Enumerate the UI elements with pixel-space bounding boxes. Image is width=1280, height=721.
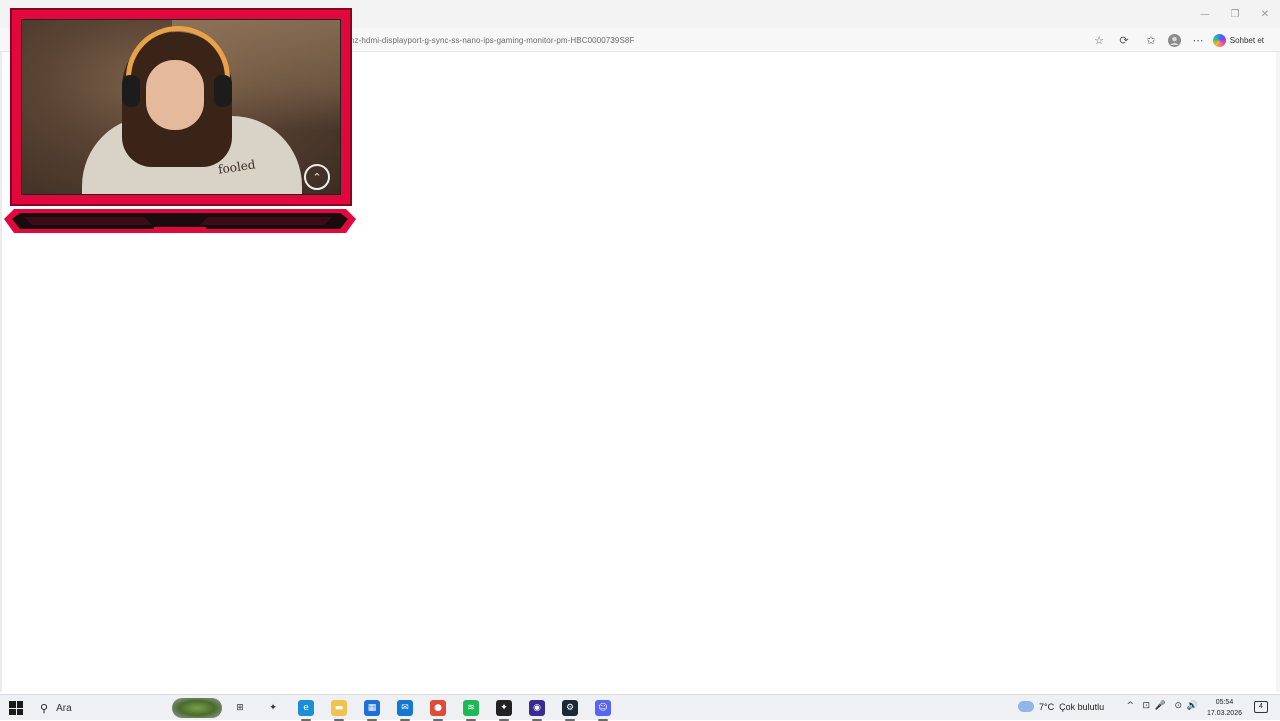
taskbar-app-app-red-black-icon[interactable]: ✦	[496, 700, 512, 721]
more-icon[interactable]: ⋯	[1190, 32, 1206, 48]
search-highlight-image[interactable]	[172, 698, 222, 718]
network-icon[interactable]: ⊙	[1174, 701, 1182, 711]
stream-logo-icon: ⌃	[304, 164, 330, 190]
address-bar[interactable]: hz-hdmi-displayport-g-sync-ss-nano-ips-g…	[340, 30, 1115, 50]
taskbar-app-steam-icon[interactable]: ⚙	[562, 700, 578, 721]
microphone-icon[interactable]: 🎤	[1155, 701, 1166, 711]
cloud-icon	[1018, 701, 1034, 712]
weather-temp: 7°C	[1039, 701, 1055, 712]
copilot-chat-button[interactable]: Sohbet et	[1212, 31, 1264, 49]
window-controls: — ❐ ✕	[1190, 0, 1280, 28]
taskbar-app-task-view-icon[interactable]: ⊞	[232, 700, 248, 716]
weather-desc: Çok bulutlu	[1059, 701, 1105, 712]
webcam-video: fooled ⌃	[21, 19, 341, 195]
taskbar-app-mail-icon[interactable]: ✉	[397, 700, 413, 721]
taskbar-search[interactable]: ⚲ Ara	[30, 697, 170, 719]
minimize-button[interactable]: —	[1190, 0, 1220, 28]
weather-widget[interactable]: 7°C Çok bulutlu	[1018, 701, 1104, 712]
profile-icon[interactable]	[1166, 32, 1182, 48]
tray-device-icon[interactable]: ⊡	[1142, 701, 1150, 711]
taskbar-app-obs-icon[interactable]: ◉	[529, 700, 545, 721]
taskbar-app-spotify-icon[interactable]: ≋	[463, 700, 479, 721]
refresh-icon[interactable]: ⟳	[1116, 32, 1132, 48]
star-icon[interactable]: ☆	[1091, 32, 1107, 48]
taskbar: ⚲ Ara ⊞ ✦ e ▬ ▦ ✉ ● ≋ ✦ ◉ ⚙ ☺ 7°C Çok bulutlu ^ ⊡ 🎤…	[0, 694, 1280, 721]
address-bar-url[interactable]: hz-hdmi-displayport-g-sync-ss-nano-ips-g…	[340, 36, 634, 45]
clock-date: 17.03.2026	[1206, 710, 1242, 717]
taskbar-clock[interactable]: 05:54 17.03.2026	[1207, 697, 1242, 719]
search-icon: ⚲	[40, 701, 49, 715]
restore-button[interactable]: ❐	[1220, 0, 1250, 28]
copilot-chat-label: Sohbet et	[1229, 35, 1264, 45]
taskbar-search-label: Ara	[56, 702, 72, 714]
volume-icon[interactable]: 🔊	[1187, 701, 1198, 711]
webcam-frame-bar	[4, 209, 356, 233]
taskbar-app-copilot-icon[interactable]: ✦	[265, 700, 281, 716]
favorites-icon[interactable]: ✩	[1143, 32, 1159, 48]
taskbar-app-store-icon[interactable]: ▦	[364, 700, 380, 721]
close-button[interactable]: ✕	[1250, 0, 1280, 28]
webcam-overlay: fooled ⌃	[10, 8, 352, 206]
taskbar-app-discord-icon[interactable]: ☺	[595, 700, 611, 721]
scrollbar[interactable]	[1276, 52, 1280, 692]
windows-start-icon[interactable]	[9, 701, 23, 715]
taskbar-app-chrome-icon[interactable]: ●	[430, 700, 446, 721]
tray-overflow-icon[interactable]: ^	[1126, 701, 1134, 711]
notification-icon[interactable]: 4	[1254, 701, 1268, 713]
taskbar-app-file-explorer-icon[interactable]: ▬	[331, 700, 347, 721]
copilot-icon	[1212, 33, 1226, 47]
clock-time: 05:54	[1215, 699, 1234, 706]
taskbar-app-edge-icon[interactable]: e	[298, 700, 314, 721]
